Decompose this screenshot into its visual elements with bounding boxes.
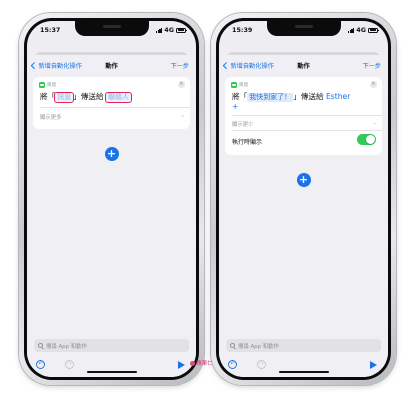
app-label: 訊息 [239, 83, 249, 88]
chevron-left-icon [223, 62, 230, 69]
status-time: 15:37 [40, 26, 61, 34]
remove-action-button[interactable]: ✕ [178, 81, 185, 88]
phone-bezel: 15:37 4G 新增自動化操作 動作 下一步 訊息 ✕ 將「 訊息 」傳送給 … [24, 18, 199, 380]
send-message-action-card: 訊息 ✕ 將「 訊息 」傳送給 聯絡人 顯示更多 › [33, 77, 190, 129]
show-less-row[interactable]: 顯示更少 › [232, 120, 379, 128]
watermark-logo-icon [190, 360, 195, 366]
card-header: 訊息 [39, 82, 56, 88]
recipient-token[interactable]: 聯絡人 [104, 92, 132, 103]
watermark: 蘋果仁 [190, 359, 213, 367]
signal-icon [347, 27, 355, 33]
messages-app-icon [39, 82, 45, 88]
redo-icon[interactable]: ↷ [65, 360, 74, 369]
back-button[interactable]: 新增自動化操作 [223, 61, 274, 70]
nav-bar: 新增自動化操作 動作 下一步 [219, 55, 388, 75]
app-label: 訊息 [47, 83, 57, 88]
undo-icon[interactable]: ↶ [228, 360, 237, 369]
battery-icon [368, 27, 379, 33]
show-more-row[interactable]: 顯示更多 › [40, 113, 184, 121]
show-when-run-row: 執行時顯示 [232, 134, 376, 146]
redo-icon[interactable]: ↷ [257, 360, 266, 369]
action-sentence: 將「 我快到家了！ 」傳送給 Esther + [232, 92, 375, 112]
notch [74, 21, 149, 36]
divider [40, 107, 190, 108]
phone-screen: 15:39 4G 新增自動化操作 動作 下一步 訊息 ✕ 將「 我快到家了！ 」… [219, 21, 388, 377]
divider [232, 115, 382, 116]
back-button[interactable]: 新增自動化操作 [31, 61, 82, 70]
actions-sheet: 新增自動化操作 動作 下一步 訊息 ✕ 將「 我快到家了！ 」傳送給 Esther … [219, 55, 388, 377]
chevron-left-icon [31, 62, 38, 69]
actions-sheet: 新增自動化操作 動作 下一步 訊息 ✕ 將「 訊息 」傳送給 聯絡人 顯示更多 … [27, 55, 196, 377]
phone-bezel: 15:39 4G 新增自動化操作 動作 下一步 訊息 ✕ 將「 我快到家了！ 」… [216, 18, 391, 380]
search-bar[interactable]: 搜尋 App 和動作 [226, 339, 381, 352]
back-label: 新增自動化操作 [230, 63, 274, 70]
messages-app-icon [231, 82, 237, 88]
message-token[interactable]: 訊息 [54, 92, 75, 103]
divider [232, 130, 382, 131]
add-action-button[interactable]: + [296, 173, 311, 187]
remove-action-button[interactable]: ✕ [370, 81, 377, 88]
phone-left: 15:37 4G 新增自動化操作 動作 下一步 訊息 ✕ 將「 訊息 」傳送給 … [19, 13, 204, 385]
network-label: 4G [356, 26, 366, 34]
search-bar[interactable]: 搜尋 App 和動作 [34, 339, 189, 352]
next-button[interactable]: 下一步 [362, 61, 381, 70]
sentence-prefix: 將「 [232, 92, 248, 101]
show-more-label: 顯示更多 [40, 115, 62, 121]
undo-icon[interactable]: ↶ [36, 360, 45, 369]
status-right: 4G [347, 26, 379, 34]
send-message-action-card: 訊息 ✕ 將「 我快到家了！ 」傳送給 Esther + 顯示更少 › 執行時顯… [225, 77, 382, 155]
home-indicator [278, 370, 329, 373]
battery-icon [176, 27, 187, 33]
show-when-run-toggle[interactable] [357, 134, 376, 145]
next-button[interactable]: 下一步 [170, 61, 189, 70]
signal-icon [155, 27, 163, 33]
network-label: 4G [164, 26, 174, 34]
home-indicator [86, 370, 137, 373]
search-placeholder: 搜尋 App 和動作 [238, 343, 279, 350]
status-right: 4G [155, 26, 187, 34]
recipient-name[interactable]: Esther [326, 92, 350, 101]
chevron-down-icon: › [371, 122, 379, 125]
add-action-button[interactable]: + [104, 147, 119, 161]
card-header: 訊息 [231, 82, 248, 88]
nav-bar: 新增自動化操作 動作 下一步 [27, 55, 196, 75]
action-sentence: 將「 訊息 」傳送給 聯絡人 [40, 92, 183, 103]
watermark-text: 蘋果仁 [196, 361, 213, 367]
sentence-middle: 」傳送給 [73, 92, 104, 101]
phone-screen: 15:37 4G 新增自動化操作 動作 下一步 訊息 ✕ 將「 訊息 」傳送給 … [27, 21, 196, 377]
search-icon [38, 343, 43, 348]
notch [266, 21, 341, 36]
add-recipient-button[interactable]: + [232, 102, 238, 111]
play-icon[interactable] [370, 361, 377, 369]
chevron-right-icon: › [181, 113, 184, 120]
sentence-prefix: 將「 [40, 92, 56, 101]
show-less-label: 顯示更少 [232, 122, 254, 128]
message-token[interactable]: 我快到家了！ [247, 93, 294, 102]
search-icon [230, 343, 235, 348]
sentence-middle: 」傳送給 [293, 92, 324, 101]
back-label: 新增自動化操作 [38, 63, 82, 70]
play-icon[interactable] [178, 361, 185, 369]
status-time: 15:39 [232, 26, 253, 34]
search-placeholder: 搜尋 App 和動作 [46, 343, 87, 350]
phone-right: 15:39 4G 新增自動化操作 動作 下一步 訊息 ✕ 將「 我快到家了！ 」… [211, 13, 396, 385]
show-when-run-label: 執行時顯示 [232, 139, 263, 146]
